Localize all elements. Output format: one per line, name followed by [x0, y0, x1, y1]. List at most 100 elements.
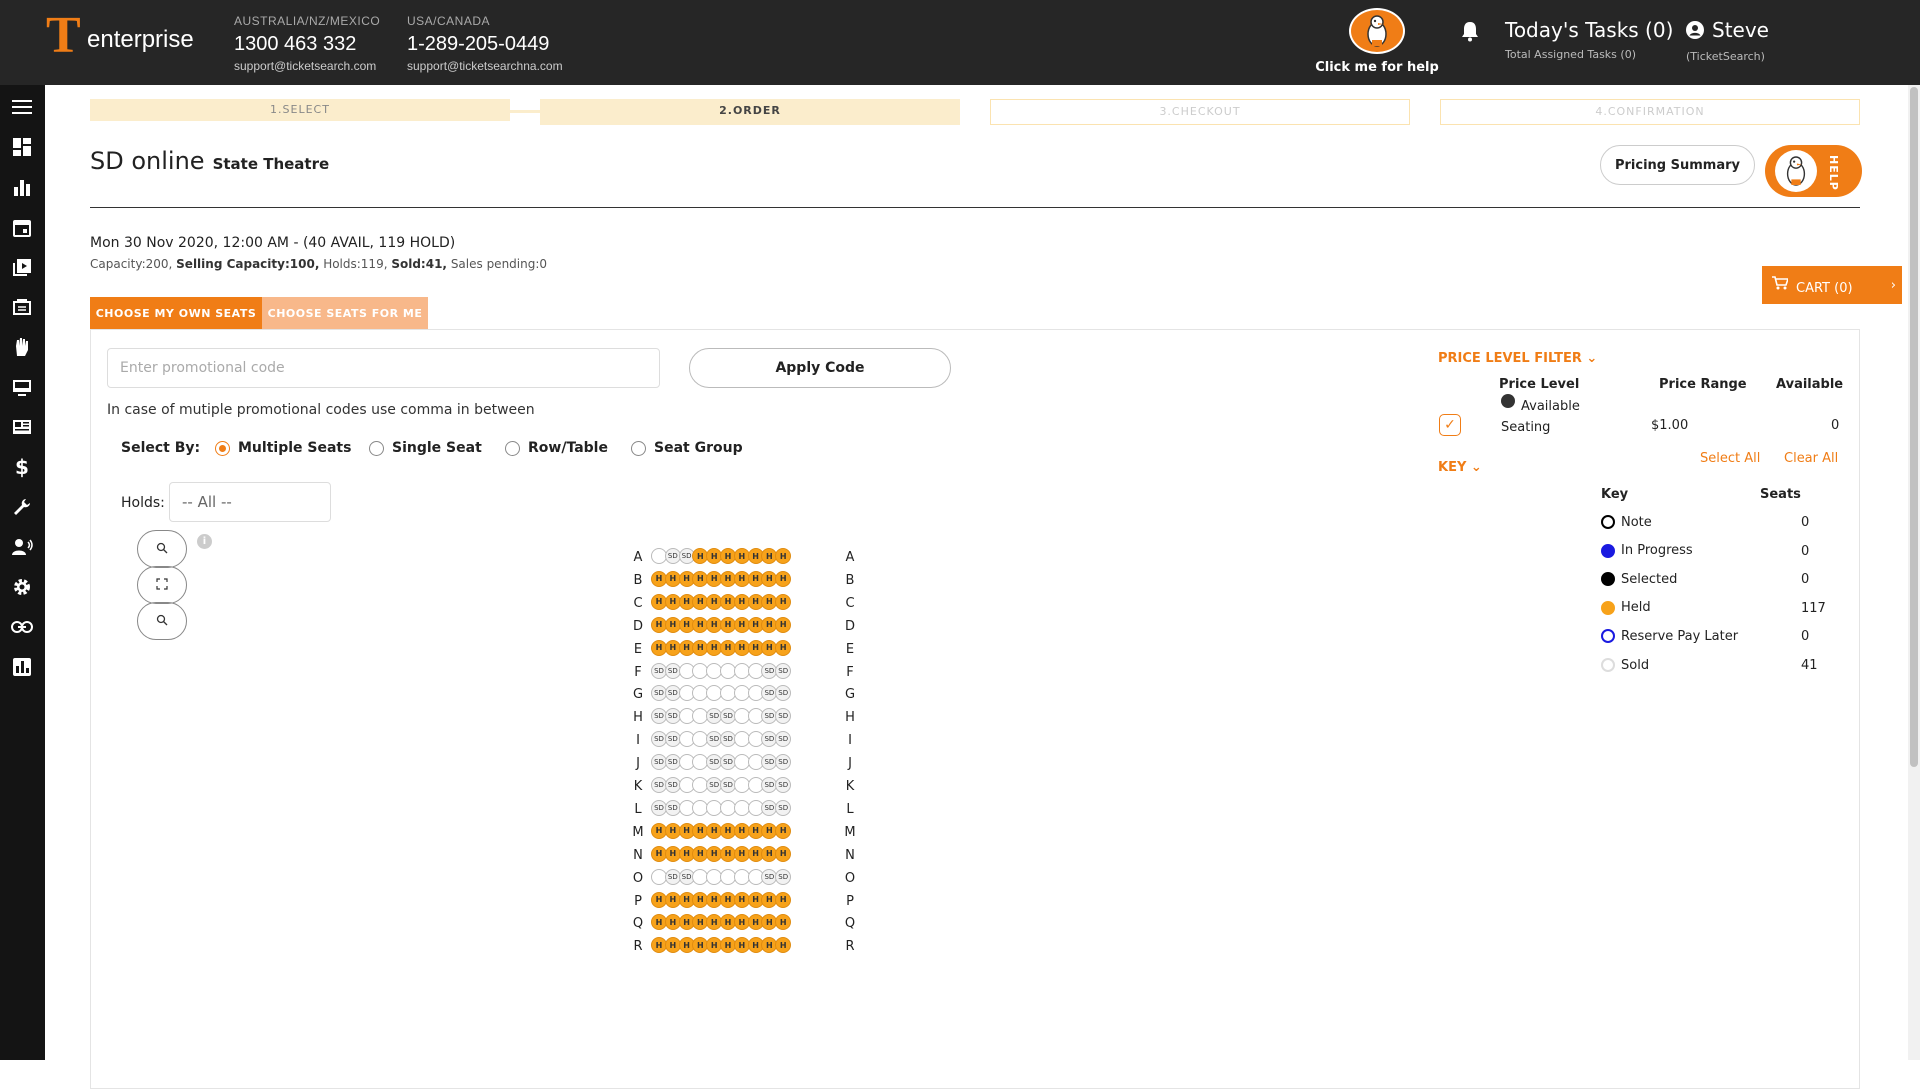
user-menu[interactable]: Steve (TicketSearch) — [1686, 18, 1769, 63]
seat-held[interactable]: H — [775, 616, 792, 633]
bar-chart-icon[interactable] — [10, 175, 34, 199]
key-label: Held — [1621, 600, 1651, 616]
seat-held[interactable]: H — [775, 845, 792, 862]
event-name: SD online — [90, 147, 205, 175]
radio-multiple-seats[interactable]: Multiple Seats — [215, 440, 351, 456]
gear-icon[interactable] — [10, 575, 34, 599]
bell-icon[interactable] — [1460, 20, 1480, 48]
dashboard-icon[interactable] — [10, 135, 34, 159]
seat-sold[interactable]: SD — [775, 799, 792, 816]
key-count: 0 — [1801, 543, 1810, 559]
zoom-in-button[interactable] — [137, 530, 187, 568]
page-scrollbar[interactable] — [1908, 85, 1920, 1060]
promo-code-input[interactable]: Enter promotional code — [107, 348, 660, 388]
key-color-dot — [1601, 515, 1615, 529]
selling-capacity: Selling Capacity:100, — [176, 257, 320, 271]
hand-icon[interactable] — [10, 335, 34, 359]
seat-sold[interactable]: SD — [775, 754, 792, 771]
calendar-icon[interactable] — [10, 215, 34, 239]
help-vertical-label: HELP — [1827, 155, 1840, 191]
price-range-value: $1.00 — [1651, 418, 1689, 433]
price-level-checkbox[interactable]: ✓ — [1439, 414, 1461, 436]
radio-seat-group[interactable]: Seat Group — [631, 440, 743, 456]
row-label: O — [844, 870, 856, 886]
row-label: I — [636, 733, 640, 749]
zoom-out-icon — [156, 614, 168, 629]
price-level-filter-toggle[interactable]: PRICE LEVEL FILTER ⌄ — [1438, 351, 1597, 366]
row-label: H — [633, 710, 643, 726]
menu-icon[interactable] — [10, 95, 34, 119]
seat-held[interactable]: H — [775, 914, 792, 931]
seat-held[interactable]: H — [775, 822, 792, 839]
seat-sold[interactable]: SD — [775, 777, 792, 793]
check-icon: ✓ — [1444, 417, 1456, 433]
analytics-icon[interactable] — [10, 655, 34, 679]
info-icon[interactable]: i — [197, 534, 212, 549]
seat-held[interactable]: H — [775, 891, 792, 908]
select-all-link[interactable]: Select All — [1700, 451, 1760, 466]
pending-text: Sales pending:0 — [447, 257, 548, 271]
key-color-dot — [1601, 543, 1615, 558]
ticket-icon[interactable] — [10, 295, 34, 319]
cart-button[interactable]: CART (0) › — [1762, 266, 1902, 304]
clear-all-link[interactable]: Clear All — [1784, 451, 1838, 466]
divider — [90, 207, 1860, 208]
checkout-steps: 1.SELECT 2.ORDER 3.CHECKOUT 4.CONFIRMATI… — [90, 99, 1860, 129]
contact-anz: AUSTRALIA/NZ/MEXICO 1300 463 332 support… — [234, 14, 380, 73]
wrench-icon[interactable] — [10, 495, 34, 519]
radio-label: Row/Table — [528, 440, 608, 456]
radio-row-table[interactable]: Row/Table — [505, 440, 608, 456]
apply-code-button[interactable]: Apply Code — [689, 348, 951, 388]
row-label: R — [633, 939, 643, 955]
radio-label: Multiple Seats — [238, 440, 352, 456]
logo[interactable]: T enterprise — [46, 10, 206, 62]
row-label: N — [633, 847, 643, 863]
seat-sold[interactable]: SD — [775, 708, 792, 725]
radio-single-seat[interactable]: Single Seat — [369, 440, 482, 456]
contact-phone: 1-289-205-0449 — [407, 33, 550, 55]
seat-held[interactable]: H — [775, 548, 792, 564]
contact-email[interactable]: support@ticketsearch.com — [234, 59, 380, 73]
seat-held[interactable]: H — [775, 639, 792, 656]
key-item: Reserve Pay Later 0 — [1601, 627, 1809, 645]
key-count: 0 — [1801, 572, 1810, 588]
seat-held[interactable]: H — [775, 593, 792, 610]
radio-dot — [369, 440, 384, 456]
tab-choose-my-own-seats[interactable]: CHOOSE MY OWN SEATS — [90, 297, 262, 329]
page-title: SD online State Theatre — [90, 147, 329, 175]
help-button[interactable]: Click me for help — [1312, 8, 1442, 75]
contact-icon[interactable] — [10, 535, 34, 559]
row-label: L — [846, 801, 854, 817]
key-color-dot — [1601, 572, 1615, 587]
news-icon[interactable] — [10, 415, 34, 439]
seat-sold[interactable]: SD — [775, 685, 792, 702]
step-select: 1.SELECT — [90, 99, 510, 121]
chevron-right-icon: › — [1890, 278, 1896, 293]
step-order: 2.ORDER — [540, 99, 960, 125]
seat-sold[interactable]: SD — [775, 868, 792, 885]
key-item: Selected 0 — [1601, 570, 1809, 588]
todays-tasks[interactable]: Today's Tasks (0) Total Assigned Tasks (… — [1505, 18, 1673, 61]
fit-screen-button[interactable] — [137, 566, 187, 604]
scrollbar-thumb[interactable] — [1910, 87, 1918, 767]
tab-choose-seats-for-me[interactable]: CHOOSE SEATS FOR ME — [262, 297, 428, 329]
sold-text: Sold:41, — [391, 257, 447, 271]
holds-select[interactable]: -- All -- — [169, 482, 331, 522]
link-icon[interactable] — [10, 615, 34, 639]
library-icon[interactable] — [10, 255, 34, 279]
monitor-icon[interactable] — [10, 375, 34, 399]
help-side-button[interactable]: HELP — [1765, 145, 1862, 197]
seat-held[interactable]: H — [775, 570, 792, 587]
key-label: Reserve Pay Later — [1621, 628, 1739, 644]
seat-sold[interactable]: SD — [775, 662, 792, 679]
contact-email[interactable]: support@ticketsearchna.com — [407, 59, 563, 73]
key-color-dot — [1601, 600, 1615, 615]
cart-label: CART (0) — [1796, 280, 1853, 296]
zoom-out-button[interactable] — [137, 602, 187, 640]
key-toggle[interactable]: KEY ⌄ — [1438, 460, 1482, 475]
seat-held[interactable]: H — [775, 937, 792, 954]
seat-sold[interactable]: SD — [775, 731, 792, 748]
pricing-summary-button[interactable]: Pricing Summary — [1600, 145, 1755, 185]
row-label: L — [634, 801, 642, 817]
dollar-icon[interactable]: $ — [10, 455, 34, 479]
